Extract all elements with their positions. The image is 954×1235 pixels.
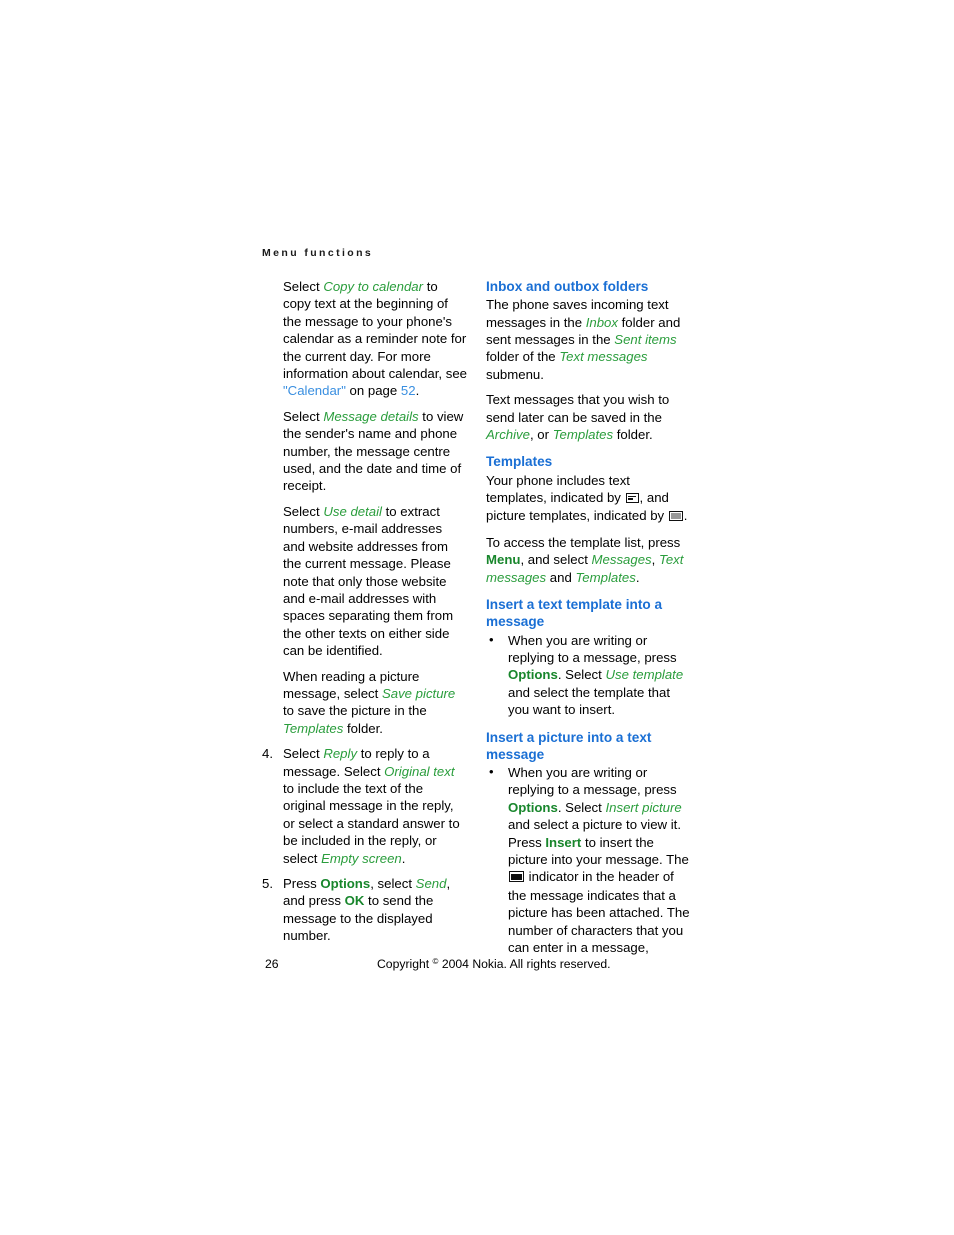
- picture-attached-indicator-icon: [509, 869, 524, 886]
- ui-term: Original text: [384, 763, 455, 779]
- page-footer: 26 Copyright © 2004 Nokia. All rights re…: [0, 957, 954, 977]
- bullet-glyph: •: [489, 631, 494, 647]
- section-heading-templates: Templates: [486, 454, 553, 470]
- bullet-list-item: • When you are writing or replying to a m…: [486, 632, 691, 719]
- ui-term: Inbox: [585, 314, 618, 330]
- picture-template-icon: [668, 508, 683, 525]
- numbered-list-item: 5. Press Options, select Send, and press …: [262, 875, 467, 945]
- ui-term: Use detail: [323, 503, 382, 519]
- section-heading-insert-picture: Insert a picture into a text message: [486, 729, 652, 762]
- list-item-text: Select Reply to reply to a message. Sele…: [283, 746, 460, 866]
- left-column: Select Copy to calendar to copy text at …: [262, 278, 467, 953]
- text-template-icon-glyph: [625, 493, 639, 504]
- bullet-glyph: •: [489, 763, 494, 779]
- ui-term: Text messages: [559, 349, 648, 365]
- copyright-suffix: 2004 Nokia. All rights reserved.: [438, 957, 611, 971]
- ui-term: Templates: [283, 720, 344, 736]
- copyright-notice: Copyright © 2004 Nokia. All rights reser…: [377, 957, 611, 971]
- body-paragraph: Select Message details to view the sende…: [283, 408, 464, 494]
- body-paragraph: Your phone includes text templates, indi…: [486, 472, 691, 526]
- body-paragraph: Text messages that you wish to send late…: [486, 392, 670, 443]
- text-template-icon: [625, 490, 639, 507]
- list-item-number: 4.: [262, 746, 273, 762]
- ui-term: Send: [415, 876, 447, 891]
- ui-term: Empty screen: [321, 850, 402, 866]
- ui-term: Archive: [486, 427, 530, 443]
- ui-term: Reply: [323, 746, 358, 762]
- hard-key-label: Insert: [545, 834, 582, 850]
- body-paragraph: To access the template list, press Menu,…: [486, 534, 684, 585]
- ui-term: Message details: [323, 408, 419, 424]
- body-paragraph: Select Use detail to extract numbers, e-…: [283, 503, 454, 659]
- ui-term: Messages: [591, 552, 652, 568]
- hard-key-label: Menu: [486, 552, 521, 568]
- hard-key-label: Options: [320, 876, 371, 891]
- list-item-text: When you are writing or replying to a me…: [508, 632, 684, 718]
- ui-term: Use template: [605, 667, 684, 683]
- list-item-number: 5.: [262, 876, 273, 891]
- bullet-list-item: • When you are writing or replying to a m…: [486, 764, 691, 956]
- picture-attached-indicator-icon-glyph: [509, 871, 524, 883]
- ui-term: Sent items: [614, 332, 677, 348]
- hard-key-label: OK: [344, 893, 365, 909]
- hard-key-label: Options: [508, 799, 558, 815]
- cross-reference-link[interactable]: "Calendar": [283, 383, 346, 398]
- numbered-list-item: 4. Select Reply to reply to a message. Se…: [262, 745, 467, 867]
- right-column: Inbox and outbox folders The phone saves …: [486, 278, 691, 964]
- ui-term: Copy to calendar: [323, 279, 424, 294]
- manual-page: Menu functions Select Copy to calendar t…: [0, 0, 954, 1235]
- list-item-text: When you are writing or replying to a me…: [508, 764, 690, 955]
- body-paragraph: Select Copy to calendar to copy text at …: [283, 279, 468, 399]
- list-item-text: Press Options, select Send, and press OK…: [283, 876, 451, 944]
- section-heading-inbox-and-outbox-folders: Inbox and outbox folders: [486, 279, 649, 294]
- ui-term: Templates: [552, 427, 614, 443]
- page-number: 26: [265, 957, 279, 971]
- copyright-prefix: Copyright: [377, 957, 433, 971]
- ui-term: Save picture: [381, 685, 456, 701]
- ui-term: Insert picture: [605, 799, 682, 815]
- running-header: Menu functions: [262, 247, 374, 259]
- ui-term: Templates: [575, 569, 636, 585]
- picture-template-icon-glyph: [668, 511, 683, 522]
- body-paragraph: The phone saves incoming text messages i…: [486, 297, 681, 382]
- body-paragraph: When reading a picture message, select S…: [283, 668, 456, 736]
- hard-key-label: Options: [508, 667, 558, 683]
- cross-reference-link[interactable]: 52: [401, 383, 416, 398]
- section-heading-insert-text-template: Insert a text template into a message: [486, 597, 663, 630]
